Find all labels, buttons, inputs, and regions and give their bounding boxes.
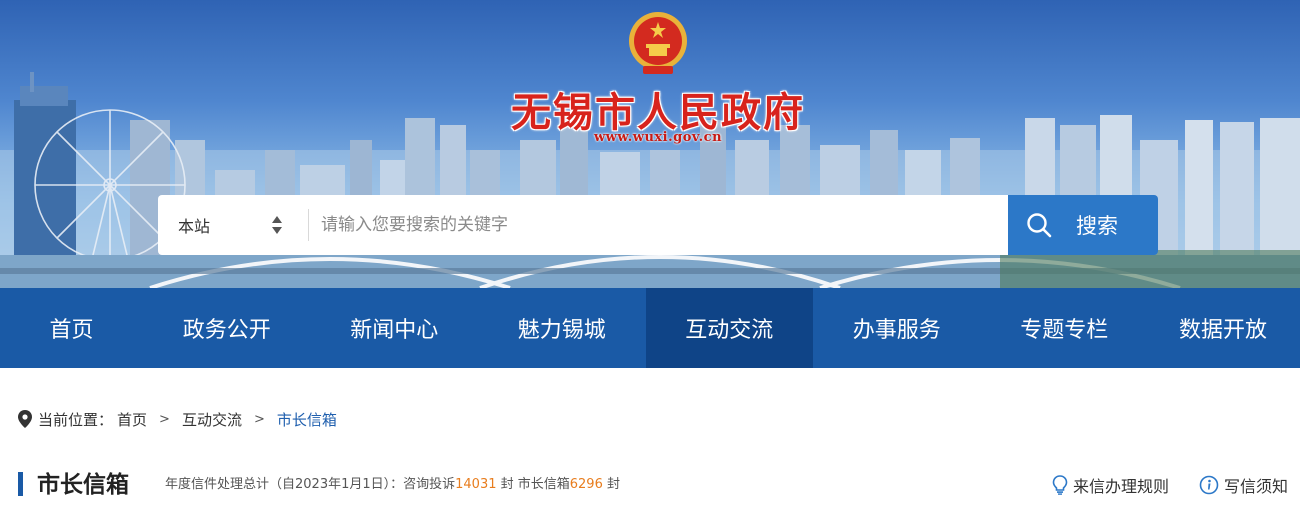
letter-stats: 年度信件处理总计（自2023年1月1日）：咨询投诉14031 封 市长信箱629… xyxy=(165,468,620,502)
rules-link[interactable]: 来信办理规则 xyxy=(1052,473,1169,497)
header-banner: 无锡市人民政府 www.wuxi.gov.cn 本站 搜索 xyxy=(0,0,1300,288)
stats-lead: 年度信件处理总计（自2023年1月1日）：咨询投诉 xyxy=(165,477,456,492)
location-pin-icon xyxy=(18,410,32,428)
lightbulb-icon xyxy=(1052,475,1068,495)
stats-mid: 封 市长信箱 xyxy=(496,477,570,492)
complaints-count: 14031 xyxy=(455,477,497,492)
nav-item-government-affairs[interactable]: 政务公开 xyxy=(143,288,311,368)
info-icon xyxy=(1199,475,1219,495)
breadcrumb-separator: > xyxy=(159,411,170,427)
nav-item-interaction[interactable]: 互动交流 xyxy=(645,288,813,368)
section-header: 市长信箱 年度信件处理总计（自2023年1月1日）：咨询投诉14031 封 市长… xyxy=(18,468,1288,502)
national-emblem-icon xyxy=(629,12,687,74)
search-input[interactable] xyxy=(309,195,1008,255)
site-url: www.wuxi.gov.cn xyxy=(593,130,723,145)
notice-link[interactable]: 写信须知 xyxy=(1199,473,1288,497)
search-bar: 本站 搜索 xyxy=(158,195,1158,255)
nav-item-topics[interactable]: 专题专栏 xyxy=(981,288,1149,368)
search-scope-value: 本站 xyxy=(178,217,211,236)
breadcrumb-current[interactable]: 市长信箱 xyxy=(277,409,337,430)
nav-item-home[interactable]: 首页 xyxy=(0,288,143,368)
breadcrumb: 当前位置： 首页 > 互动交流 > 市长信箱 xyxy=(18,408,337,430)
search-button[interactable]: 搜索 xyxy=(1008,195,1158,255)
stats-tail: 封 xyxy=(602,477,620,492)
nav-item-charming-wuxi[interactable]: 魅力锡城 xyxy=(478,288,646,368)
search-icon xyxy=(1027,213,1052,238)
nav-item-news-center[interactable]: 新闻中心 xyxy=(311,288,479,368)
breadcrumb-prefix: 当前位置： xyxy=(38,410,114,429)
nav-item-services[interactable]: 办事服务 xyxy=(813,288,981,368)
section-links: 来信办理规则 写信须知 xyxy=(1052,468,1288,502)
main-nav: 首页 政务公开 新闻中心 魅力锡城 互动交流 办事服务 专题专栏 数据开放 xyxy=(0,288,1300,368)
section-title: 市长信箱 xyxy=(37,472,129,498)
rules-link-label: 来信办理规则 xyxy=(1072,477,1169,496)
breadcrumb-interaction[interactable]: 互动交流 xyxy=(182,409,242,430)
search-divider xyxy=(308,195,309,255)
breadcrumb-separator: > xyxy=(253,411,265,427)
nav-item-open-data[interactable]: 数据开放 xyxy=(1148,288,1298,368)
search-scope-select[interactable]: 本站 xyxy=(158,195,308,255)
mailbox-count: 6296 xyxy=(569,477,603,492)
section-accent-bar xyxy=(18,472,23,496)
search-button-label: 搜索 xyxy=(1076,214,1118,238)
breadcrumb-home[interactable]: 首页 xyxy=(117,409,147,430)
notice-link-label: 写信须知 xyxy=(1223,477,1288,496)
sort-arrows-icon xyxy=(272,216,282,234)
